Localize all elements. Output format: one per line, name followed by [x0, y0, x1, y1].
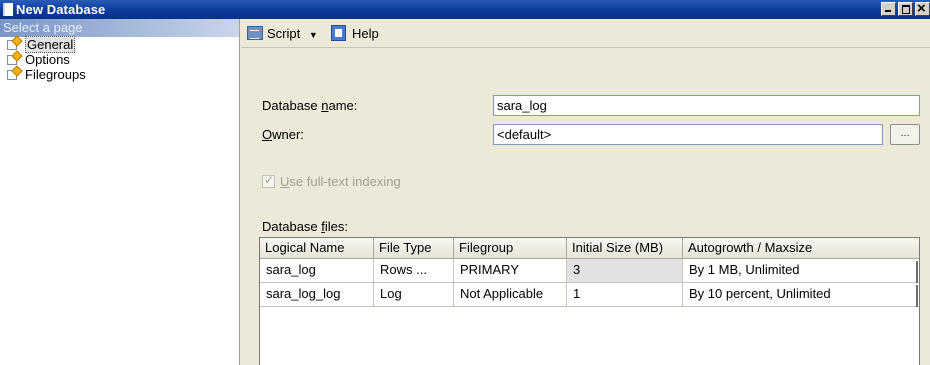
- help-button[interactable]: Help: [331, 25, 379, 42]
- page-item-filegroups[interactable]: Filegroups: [0, 65, 239, 82]
- title-bar[interactable]: New Database: [0, 0, 930, 19]
- cell-file-type[interactable]: Log: [374, 283, 454, 307]
- cell-filegroup[interactable]: PRIMARY: [454, 259, 567, 283]
- grid-header: Logical Name File Type Filegroup Initial…: [260, 238, 919, 259]
- page-item-options[interactable]: Options: [0, 50, 239, 67]
- page-item-label: General: [25, 36, 76, 53]
- column-header-autogrowth[interactable]: Autogrowth / Maxsize: [683, 238, 919, 259]
- cell-filegroup[interactable]: Not Applicable: [454, 283, 567, 307]
- help-icon: [331, 25, 346, 41]
- general-page-content: Database name: Owner: ... Use full-text …: [241, 48, 930, 365]
- database-icon: [3, 3, 13, 16]
- chevron-down-icon[interactable]: ▼: [309, 30, 318, 40]
- script-icon: [247, 26, 263, 40]
- cell-initial-size[interactable]: 3: [567, 259, 683, 283]
- window-title: New Database: [16, 2, 106, 17]
- cell-logical-name[interactable]: sara_log: [260, 259, 374, 283]
- table-row[interactable]: sara_log Rows ... PRIMARY 3 By 1 MB, Unl…: [260, 259, 919, 283]
- owner-label: Owner:: [262, 127, 304, 142]
- database-name-label: Database name:: [262, 98, 358, 113]
- column-header-file-type[interactable]: File Type: [374, 238, 454, 259]
- fulltext-indexing-checkbox: [262, 173, 275, 188]
- cell-file-type[interactable]: Rows ...: [374, 259, 454, 283]
- cell-logical-name[interactable]: sara_log_log: [260, 283, 374, 307]
- page-settings-icon: [7, 65, 23, 80]
- script-label: Script: [267, 26, 301, 41]
- owner-input[interactable]: [493, 124, 883, 145]
- page-settings-icon: [7, 50, 23, 65]
- page-item-label: Options: [25, 52, 70, 67]
- toolbar: Script ▼ Help: [241, 19, 930, 48]
- browse-owner-button[interactable]: ...: [890, 124, 920, 145]
- page-item-label: Filegroups: [25, 67, 86, 82]
- select-page-header: Select a page: [0, 19, 239, 37]
- script-button[interactable]: Script ▼: [247, 25, 318, 42]
- column-header-initial-size[interactable]: Initial Size (MB): [567, 238, 683, 259]
- page-settings-icon: [7, 35, 23, 50]
- database-name-input[interactable]: [493, 95, 920, 116]
- column-header-filegroup[interactable]: Filegroup: [454, 238, 567, 259]
- autogrowth-edit-button[interactable]: [916, 261, 918, 283]
- close-button[interactable]: [915, 0, 930, 17]
- window-controls: [881, 0, 930, 17]
- fulltext-indexing-label: Use full-text indexing: [280, 174, 401, 189]
- cell-initial-size[interactable]: 1: [567, 283, 683, 307]
- database-files-grid: Logical Name File Type Filegroup Initial…: [259, 237, 920, 365]
- new-database-window: New Database Select a page General Optio…: [0, 0, 930, 365]
- cell-autogrowth[interactable]: By 10 percent, Unlimited: [683, 283, 919, 307]
- help-label: Help: [352, 26, 379, 41]
- autogrowth-edit-button[interactable]: [916, 285, 918, 307]
- maximize-button[interactable]: [898, 2, 913, 16]
- column-header-logical-name[interactable]: Logical Name: [260, 238, 374, 259]
- page-item-general[interactable]: General: [0, 35, 239, 53]
- cell-autogrowth[interactable]: By 1 MB, Unlimited: [683, 259, 919, 283]
- minimize-button[interactable]: [881, 2, 896, 16]
- database-files-label: Database files:: [262, 219, 349, 234]
- table-row[interactable]: sara_log_log Log Not Applicable 1 By 10 …: [260, 283, 919, 307]
- page-selector-pane: Select a page General Options Filegroups: [0, 19, 240, 365]
